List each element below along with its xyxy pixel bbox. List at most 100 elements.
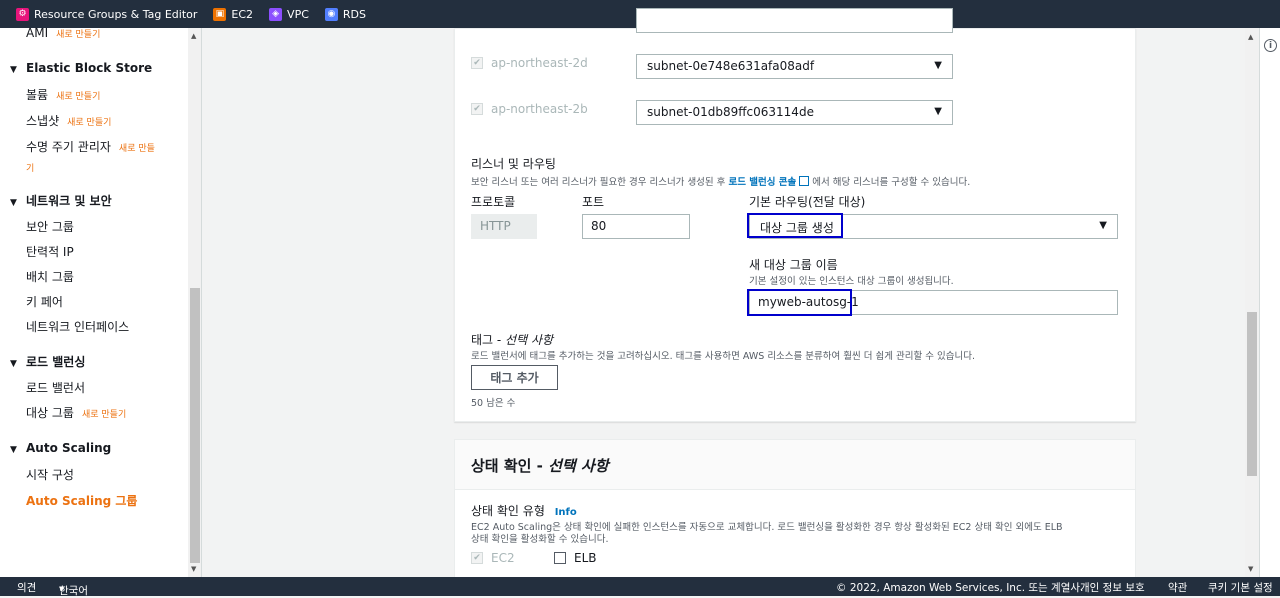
subnet-value: subnet-0e748e631afa08adf [647,59,815,73]
nav-item-placement-groups[interactable]: 배치 그룹 [26,268,74,285]
info-link[interactable]: Info [555,507,577,518]
main-scrollbar-thumb[interactable] [1247,312,1257,476]
privacy-link[interactable]: 개인 정보 보호 [1080,580,1145,595]
desc-text: 에서 해당 리스너를 구성할 수 있습니다. [812,177,971,188]
copyright-text: © 2022, Amazon Web Services, Inc. 또는 계열사… [836,582,1084,594]
elb-check-row[interactable]: ELB [554,551,597,565]
listener-title: 리스너 및 라우팅 [471,157,556,171]
nav-item-launch-configurations[interactable]: 시작 구성 [26,466,74,483]
checkbox-empty-icon[interactable] [554,552,566,564]
checkbox-checked-icon[interactable]: ✔ [471,552,483,564]
highlight-box [747,289,852,316]
caret-down-icon: ▼ [1099,220,1107,231]
optional-text: 선택 사항 [548,457,609,475]
port-input[interactable]: 80 [582,214,690,239]
nav-section-ebs[interactable]: ▼ Elastic Block Store [10,61,152,75]
nav-item-security-groups[interactable]: 보안 그룹 [26,218,74,235]
console-footer: 의견 한국어 ▾ © 2022, Amazon Web Services, In… [0,577,1280,597]
nav-item-volumes[interactable]: 볼륨 새로 만들기 [26,86,100,103]
favorite-label: EC2 [231,7,254,21]
nav-item-ami[interactable]: AMI 새로 만들기 [26,28,100,40]
info-panel: i [1259,28,1280,577]
nav-new-badge[interactable]: 새로 만들기 [56,92,100,102]
subnet-select-partial[interactable] [636,8,953,33]
feedback-link[interactable]: 의견 [17,580,36,595]
favorite-vpc[interactable]: ◈ VPC [269,7,309,21]
scroll-up-icon[interactable]: ▲ [191,32,196,40]
nav-label: 볼륨 [26,88,49,102]
nav-new-badge[interactable]: 새로 만들기 [56,30,100,40]
health-check-card: 상태 확인 - 선택 사항 상태 확인 유형 Info EC2 Auto Sca… [454,439,1136,579]
subnet-select[interactable]: subnet-0e748e631afa08adf ▼ [636,54,953,79]
external-link-icon[interactable] [799,176,810,186]
scroll-down-icon[interactable]: ▼ [1248,565,1253,573]
highlight-box [747,213,843,238]
section-heading: Auto Scaling [26,441,112,455]
nav-new-badge[interactable]: 새로 만들기 [82,410,126,420]
vpc-icon: ◈ [269,7,283,21]
optional-text: 선택 사항 [505,333,554,347]
resource-groups-icon: ⚙ [16,7,29,21]
section-heading: 로드 밸런싱 [26,355,86,369]
favorite-rds[interactable]: ◉ RDS [324,7,366,21]
az-label: ap-northeast-2b [491,102,588,116]
ec2-check-row: ✔ EC2 [471,551,515,565]
main-scrollbar[interactable] [1245,28,1259,577]
nav-item-load-balancers[interactable]: 로드 밸런서 [26,379,85,396]
add-tag-button[interactable]: 태그 추가 [471,365,558,390]
subnet-value: subnet-01db89ffc063114de [647,105,814,119]
section-heading: 네트워크 및 보안 [26,194,112,208]
subnet-select[interactable]: subnet-01db89ffc063114de ▼ [636,100,953,125]
health-check-description-2: 상태 확인을 활성화할 수 있습니다. [471,534,609,545]
favorite-resource-groups[interactable]: ⚙ Resource Groups & Tag Editor [16,7,197,21]
caret-down-icon: ▾ [59,583,65,595]
nav-item-snapshots[interactable]: 스냅샷 새로 만들기 [26,112,111,129]
main-content: ✔ ap-northeast-2d subnet-0e748e631afa08a… [202,8,1245,579]
nav-new-badge[interactable]: 새로 만들 [119,144,155,154]
tags-title: 태그 - 선택 사항 [471,331,553,348]
caret-down-icon: ▼ [934,106,942,117]
favorite-label: VPC [287,7,309,21]
nav-item-target-groups[interactable]: 대상 그룹 새로 만들기 [26,404,126,421]
nav-label: 스냅샷 [26,114,60,128]
caret-down-icon: ▼ [934,60,942,71]
ec2-icon: ▣ [213,7,227,21]
nav-section-auto-scaling[interactable]: ▼ Auto Scaling [10,441,111,455]
nav-section-network[interactable]: ▼ 네트워크 및 보안 [10,192,112,209]
rds-icon: ◉ [324,7,338,21]
nav-section-load-balancing[interactable]: ▼ 로드 밸런싱 [10,353,85,370]
elb-check-label: ELB [574,551,597,565]
favorite-ec2[interactable]: ▣ EC2 [213,7,254,21]
favorite-label: RDS [342,7,366,21]
nav-new-badge[interactable]: 새로 만들기 [67,118,111,128]
caret-down-icon: ▼ [10,65,17,75]
nav-item-elastic-ip[interactable]: 탄력적 IP [26,243,74,260]
tags-remaining: 50 남은 수 [471,398,516,409]
caret-down-icon: ▼ [10,198,17,208]
caret-down-icon: ▼ [10,445,17,455]
sidebar-scrollbar-thumb[interactable] [190,288,200,563]
protocol-label: 프로토콜 [471,195,516,209]
nav-item-auto-scaling-groups[interactable]: Auto Scaling 그룹 [26,492,137,509]
nav-item-lifecycle-manager[interactable]: 수명 주기 관리자 새로 만들 [26,138,155,155]
checkbox-checked-icon[interactable]: ✔ [471,103,483,115]
nav-item-network-interfaces[interactable]: 네트워크 인터페이스 [26,318,129,335]
info-icon[interactable]: i [1264,39,1277,52]
cookie-preferences-link[interactable]: 쿠키 기본 설정 [1208,580,1273,595]
network-card: ✔ ap-northeast-2d subnet-0e748e631afa08a… [454,8,1136,422]
side-navigation: AMI 새로 만들기 ▼ Elastic Block Store 볼륨 새로 만들기 … [0,28,202,577]
health-check-header: 상태 확인 - 선택 사항 [455,440,1135,490]
scroll-down-icon[interactable]: ▼ [191,565,196,573]
terms-link[interactable]: 약관 [1168,580,1187,595]
desc-text: 보안 리스너 또는 여러 리스너가 필요한 경우 리스너가 생성된 후 [471,177,726,188]
listener-description: 보안 리스너 또는 여러 리스너가 필요한 경우 리스너가 생성된 후 로드 밸… [471,174,970,188]
nav-new-badge[interactable]: 기 [26,164,34,174]
nav-new-badge-wrap[interactable]: 기 [26,160,34,174]
nav-label: 수명 주기 관리자 [26,140,111,154]
lb-console-link[interactable]: 로드 밸런싱 콘솔 [728,177,796,188]
title-text: 상태 확인 - [471,457,549,475]
scroll-up-icon[interactable]: ▲ [1248,33,1253,41]
checkbox-checked-icon[interactable]: ✔ [471,57,483,69]
nav-item-key-pairs[interactable]: 키 페어 [26,293,63,310]
tags-description: 로드 밸런서에 태그를 추가하는 것을 고려하십시오. 태그를 사용하면 AWS… [471,351,976,362]
